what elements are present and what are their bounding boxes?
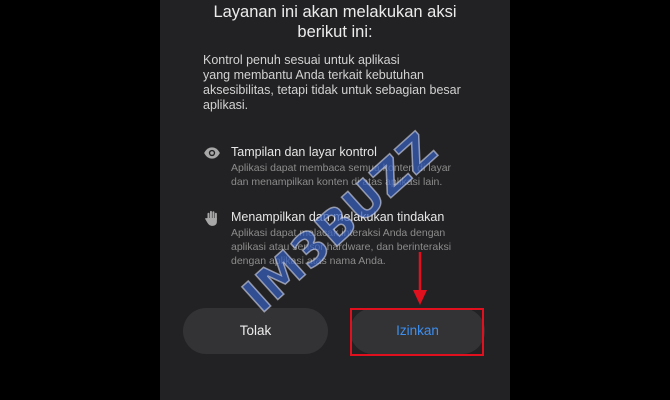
red-arrow-annotation: [413, 252, 427, 305]
permission-description-line: dan menampilkan konten di atas aplikasi …: [231, 176, 443, 188]
deny-button[interactable]: Tolak: [183, 308, 328, 354]
permission-description-line: Aplikasi dapat melacak interaksi Anda de…: [231, 227, 446, 239]
allow-button-highlight: [350, 308, 484, 356]
description-line: aksesibilitas, tetapi tidak untuk sebagi…: [203, 83, 461, 97]
hand-icon: [205, 210, 217, 226]
permission-title: Menampilkan dan melakukan tindakan: [231, 210, 445, 224]
description-line: Kontrol penuh sesuai untuk aplikasi: [203, 53, 400, 67]
dialog-description: Kontrol penuh sesuai untuk aplikasi yang…: [203, 53, 503, 113]
dialog-title-line: Layanan ini akan melakukan aksi: [213, 3, 457, 21]
dialog-title: Layanan ini akan melakukan aksi berikut …: [160, 2, 510, 42]
description-line: aplikasi.: [203, 98, 249, 112]
dialog-title-line: berikut ini:: [297, 23, 373, 41]
permission-description: Aplikasi dapat membaca semua konten di l…: [231, 161, 451, 189]
permission-description-line: Aplikasi dapat membaca semua konten di l…: [231, 162, 452, 174]
permission-title: Tampilan dan layar kontrol: [231, 145, 377, 159]
description-line: yang membantu Anda terkait kebutuhan: [203, 68, 424, 82]
eye-icon: [204, 147, 220, 159]
